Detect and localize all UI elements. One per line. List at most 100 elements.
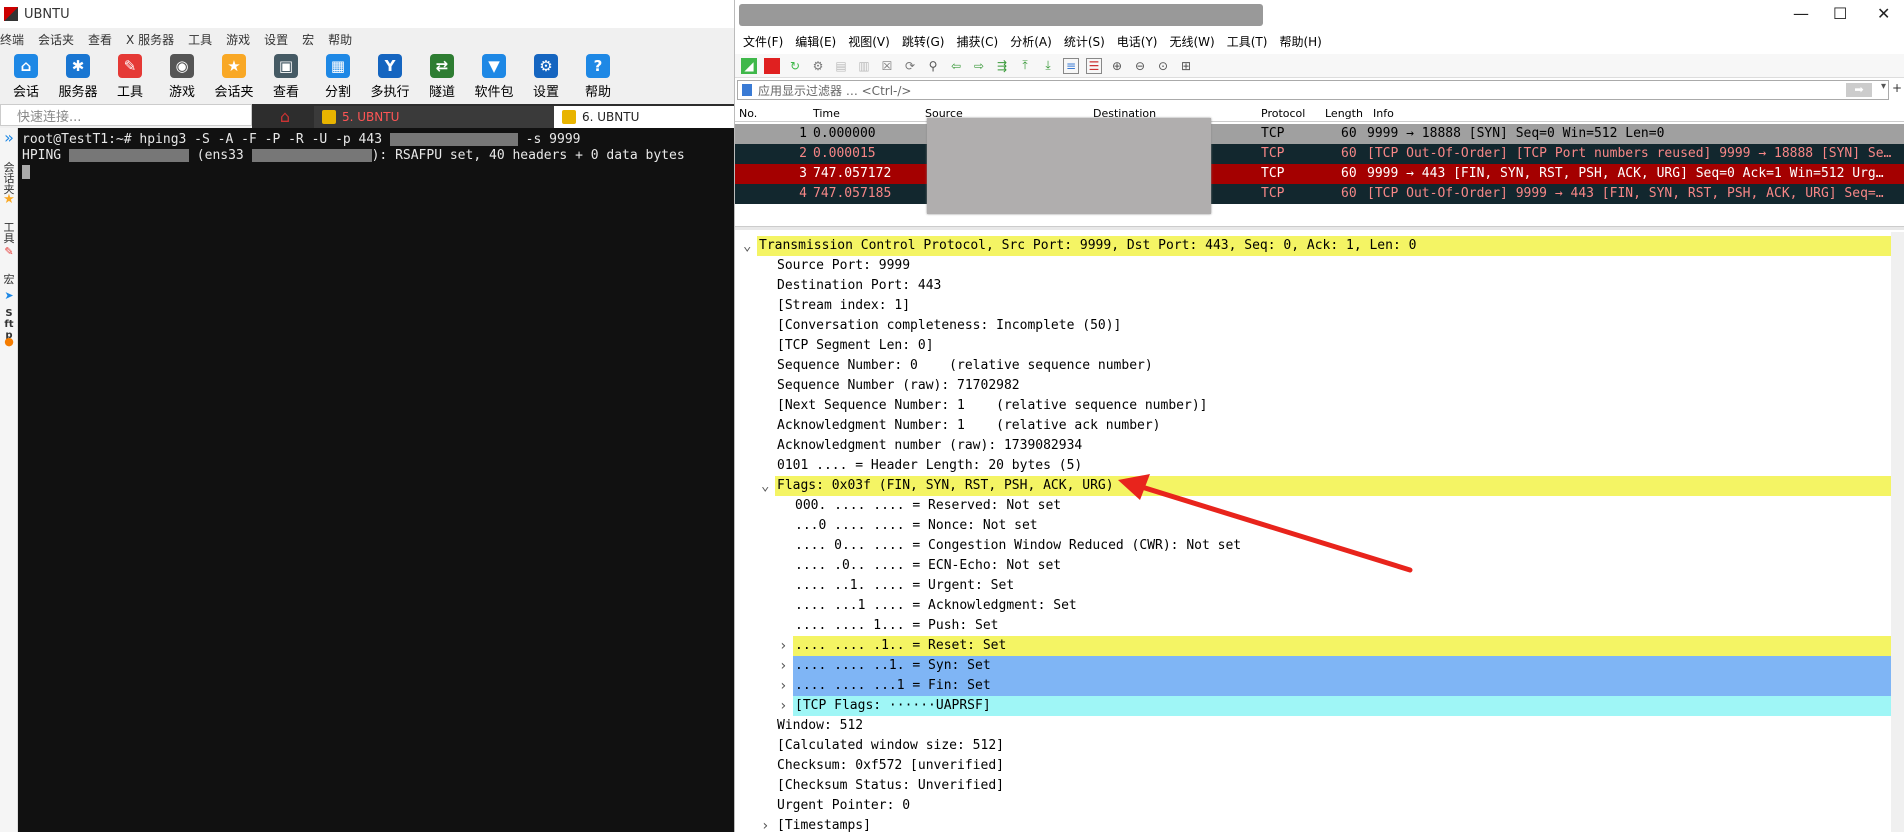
chevron-right-icon[interactable]: ›: [779, 699, 787, 713]
reload-icon[interactable]: ⟳: [902, 58, 918, 74]
gamepad-button[interactable]: ◉ 游戏: [156, 50, 208, 100]
tools-button[interactable]: ✎ 工具: [104, 50, 156, 100]
detail-tree-item[interactable]: Urgent Pointer: 0: [775, 796, 1891, 816]
detail-tree-item[interactable]: Acknowledgment number (raw): 1739082934: [775, 436, 1891, 456]
home-icon[interactable]: ⌂: [274, 108, 296, 126]
detail-tree-item[interactable]: .... ...1 .... = Acknowledgment: Set: [793, 596, 1891, 616]
tunnel-button[interactable]: ⇄ 隧道: [416, 50, 468, 100]
packet-row[interactable]: 3 747.057172 TCP 60 9999 → 443 [FIN, SYN, RS…: [735, 164, 1904, 184]
wireshark-menu-item[interactable]: 帮助(H): [1279, 33, 1321, 50]
xshell-menu-item[interactable]: 查看: [88, 31, 112, 48]
xshell-menu-item[interactable]: 会话夹: [38, 31, 74, 48]
wireshark-menu-item[interactable]: 视图(V): [848, 33, 890, 50]
detail-tree-item[interactable]: ...0 .... .... = Nonce: Not set: [793, 516, 1891, 536]
terminal[interactable]: root@TestT1:~# hping3 -S -A -F -P -R -U …: [18, 128, 734, 832]
wireshark-menu-item[interactable]: 无线(W): [1170, 33, 1215, 50]
details-scrollbar[interactable]: [1891, 232, 1904, 832]
autoscroll-icon[interactable]: ≡: [1063, 57, 1079, 74]
help-button[interactable]: ? 帮助: [572, 50, 624, 100]
go-forward-icon[interactable]: ⇨: [971, 58, 987, 74]
zoom-out-icon[interactable]: ⊖: [1132, 58, 1148, 74]
display-filter-input[interactable]: 应用显示过滤器 … <Ctrl-/> ➡ ▾ +: [737, 80, 1902, 100]
view-button[interactable]: ▣ 查看: [260, 50, 312, 100]
detail-tree-item[interactable]: [TCP Flags: ······UAPRSF]: [793, 696, 1891, 716]
go-to-packet-icon[interactable]: ⇶: [994, 58, 1010, 74]
xshell-menu-item[interactable]: 终端: [0, 31, 24, 48]
close-file-icon[interactable]: ☒: [879, 58, 895, 74]
quick-connect-input[interactable]: 快速连接...: [0, 104, 252, 126]
side-tab-macros[interactable]: 宏: [2, 274, 16, 285]
detail-tree-item[interactable]: [TCP Segment Len: 0]: [775, 336, 1891, 356]
chevron-down-icon[interactable]: ⌄: [761, 479, 769, 493]
column-no[interactable]: No.: [739, 107, 757, 120]
expand-icon[interactable]: »: [2, 130, 16, 146]
detail-tree-item[interactable]: Sequence Number: 0 (relative sequence nu…: [775, 356, 1891, 376]
detail-tree-item[interactable]: .... 0... .... = Congestion Window Reduc…: [793, 536, 1891, 556]
detail-tree-item[interactable]: .... .... ..1. = Syn: Set: [793, 656, 1891, 676]
xshell-menu-item[interactable]: 宏: [302, 31, 314, 48]
detail-tree-item[interactable]: .... .... .1.. = Reset: Set: [793, 636, 1891, 656]
chevron-right-icon[interactable]: ›: [779, 659, 787, 673]
tab-session-5[interactable]: 5. UBNTU: [314, 106, 554, 128]
wireshark-menu-item[interactable]: 捕获(C): [956, 33, 998, 50]
chevron-right-icon[interactable]: ›: [779, 679, 787, 693]
wireshark-menu-item[interactable]: 跳转(G): [902, 33, 945, 50]
find-packet-icon[interactable]: ⚲: [925, 58, 941, 74]
column-info[interactable]: Info: [1373, 107, 1394, 120]
apply-filter-icon[interactable]: ➡: [1846, 83, 1872, 97]
detail-tree-item[interactable]: 000. .... .... = Reserved: Not set: [793, 496, 1891, 516]
wireshark-menu-item[interactable]: 电话(Y): [1117, 33, 1158, 50]
detail-tree-item[interactable]: .... .... 1... = Push: Set: [793, 616, 1891, 636]
stop-capture-icon[interactable]: [764, 57, 780, 74]
detail-tree-item[interactable]: .... ..1. .... = Urgent: Set: [793, 576, 1891, 596]
first-packet-icon[interactable]: ⤒: [1017, 58, 1033, 74]
wireshark-menu-item[interactable]: 分析(A): [1010, 33, 1052, 50]
split-button[interactable]: ▦ 分割: [312, 50, 364, 100]
detail-tree-item[interactable]: [Next Sequence Number: 1 (relative seque…: [775, 396, 1891, 416]
server-button[interactable]: ✱ 服务器: [52, 50, 104, 100]
pane-splitter[interactable]: [735, 226, 1904, 230]
settings-button[interactable]: ⚙ 设置: [520, 50, 572, 100]
start-capture-icon[interactable]: ◢: [741, 57, 757, 74]
session-button[interactable]: ⌂ 会话: [0, 50, 52, 100]
detail-tree-item[interactable]: [Calculated window size: 512]: [775, 736, 1891, 756]
xshell-menu-item[interactable]: 帮助: [328, 31, 352, 48]
chevron-right-icon[interactable]: ›: [779, 639, 787, 653]
open-file-icon[interactable]: ▤: [833, 58, 849, 74]
multi-exec-button[interactable]: Y 多执行: [364, 50, 416, 100]
last-packet-icon[interactable]: ⤓: [1040, 58, 1056, 74]
go-back-icon[interactable]: ⇦: [948, 58, 964, 74]
wireshark-menu-item[interactable]: 工具(T): [1227, 33, 1268, 50]
packet-row[interactable]: 1 0.000000 TCP 60 9999 → 18888 [SYN] Seq=0 W…: [735, 124, 1904, 144]
xshell-menu-item[interactable]: 设置: [264, 31, 288, 48]
wireshark-menu-item[interactable]: 统计(S): [1064, 33, 1105, 50]
capture-options-icon[interactable]: ⚙: [810, 58, 826, 74]
detail-tree-item[interactable]: [Timestamps]: [775, 816, 1891, 836]
xshell-menu-item[interactable]: X 服务器: [126, 31, 174, 48]
column-length[interactable]: Length: [1325, 107, 1363, 120]
zoom-in-icon[interactable]: ⊕: [1109, 58, 1125, 74]
detail-tree-item[interactable]: 0101 .... = Header Length: 20 bytes (5): [775, 456, 1891, 476]
chevron-right-icon[interactable]: ›: [761, 819, 769, 833]
detail-tree-item[interactable]: Source Port: 9999: [775, 256, 1891, 276]
side-tab-sessions[interactable]: 会话夹: [2, 162, 16, 195]
side-tab-tools[interactable]: 工具: [2, 222, 16, 244]
detail-tree-item[interactable]: [Checksum Status: Unverified]: [775, 776, 1891, 796]
chevron-down-icon[interactable]: ⌄: [743, 239, 751, 253]
wireshark-menu-item[interactable]: 编辑(E): [795, 33, 836, 50]
wireshark-menu-item[interactable]: 文件(F): [743, 33, 783, 50]
detail-tree-item[interactable]: Destination Port: 443: [775, 276, 1891, 296]
add-filter-icon[interactable]: +: [1892, 81, 1902, 95]
xshell-menu-item[interactable]: 游戏: [226, 31, 250, 48]
detail-tree-item[interactable]: Transmission Control Protocol, Src Port:…: [757, 236, 1891, 256]
tab-session-6[interactable]: 6. UBNTU: [554, 106, 734, 128]
packet-row[interactable]: 4 747.057185 TCP 60 [TCP Out-Of-Order] 9999 …: [735, 184, 1904, 204]
column-protocol[interactable]: Protocol: [1261, 107, 1305, 120]
detail-tree-item[interactable]: Acknowledgment Number: 1 (relative ack n…: [775, 416, 1891, 436]
packet-row[interactable]: 2 0.000015 TCP 60 [TCP Out-Of-Order] [TCP Po…: [735, 144, 1904, 164]
detail-tree-item[interactable]: Checksum: 0xf572 [unverified]: [775, 756, 1891, 776]
detail-tree-item[interactable]: .... .... ...1 = Fin: Set: [793, 676, 1891, 696]
xshell-menu-item[interactable]: 工具: [188, 31, 212, 48]
colorize-icon[interactable]: ☰: [1086, 57, 1102, 74]
zoom-normal-icon[interactable]: ⊙: [1155, 58, 1171, 74]
